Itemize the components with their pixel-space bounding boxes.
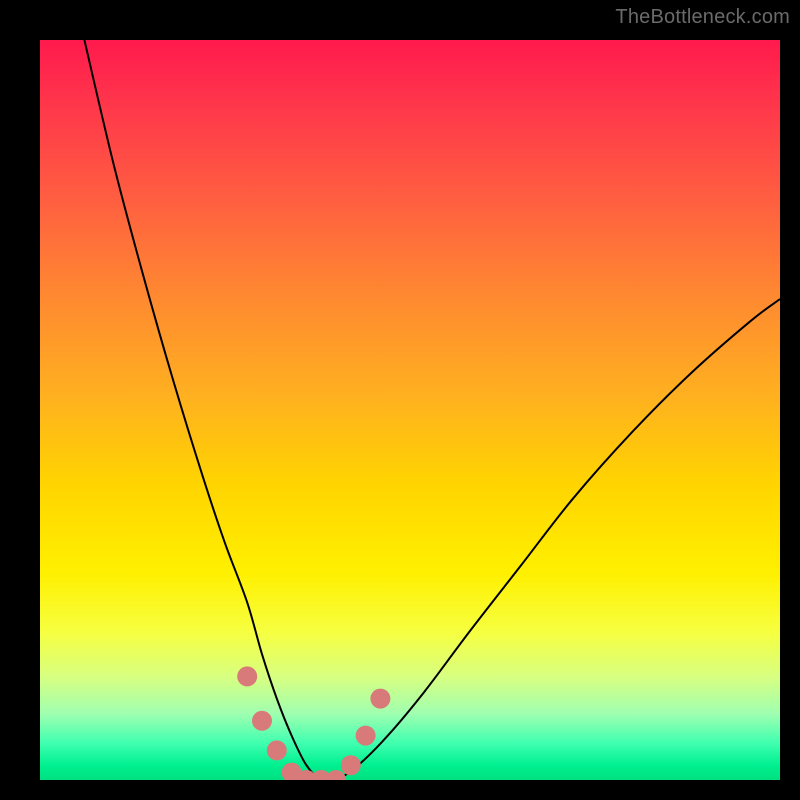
watermark-text: TheBottleneck.com	[615, 6, 790, 29]
highlight-point	[326, 770, 346, 780]
highlight-point	[267, 740, 287, 760]
chart-svg	[40, 40, 780, 780]
chart-frame: TheBottleneck.com	[0, 0, 800, 800]
bottleneck-curve	[84, 40, 780, 780]
highlight-point	[341, 755, 361, 775]
highlight-point	[356, 726, 376, 746]
bottleneck-curve-path	[84, 40, 780, 780]
highlight-point	[252, 711, 272, 731]
plot-area	[40, 40, 780, 780]
highlight-points	[237, 666, 390, 780]
highlight-point	[237, 666, 257, 686]
highlight-point	[370, 689, 390, 709]
